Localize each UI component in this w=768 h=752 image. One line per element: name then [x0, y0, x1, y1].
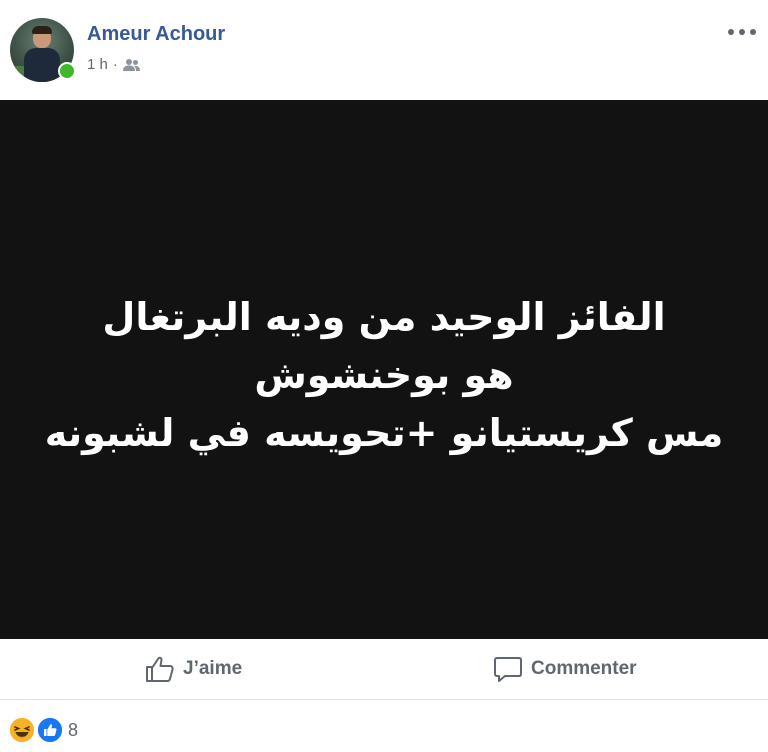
more-dot [728, 29, 734, 35]
author-name-link[interactable]: Ameur Achour [87, 23, 225, 46]
more-dot [739, 29, 745, 35]
friends-icon[interactable] [122, 58, 141, 72]
like-button[interactable]: J’aime [145, 639, 242, 699]
like-button-label: J’aime [183, 658, 243, 679]
avatar-figure-hair [32, 26, 52, 34]
image-text-line-1: الفائز الوحيد من وديه البرتغال [102, 295, 666, 339]
image-text-line-2: هو بوخنشوش [254, 353, 514, 397]
comment-button[interactable]: Commenter [493, 639, 637, 699]
haha-reaction-icon [8, 716, 36, 744]
image-text-line-3: مس كريستيانو +تحويسه في لشبونه [44, 411, 724, 455]
reaction-count[interactable]: 8 [68, 720, 78, 741]
post-meta: 1 h · [87, 56, 141, 73]
post-image[interactable]: الفائز الوحيد من وديه البرتغال هو بوخنشو… [0, 100, 768, 639]
comment-bubble-icon [494, 657, 522, 682]
image-text-block: الفائز الوحيد من وديه البرتغال هو بوخنشو… [0, 288, 768, 462]
reactions-summary[interactable]: 8 [8, 716, 78, 744]
avatar-figure-body [24, 48, 60, 82]
reaction-icons [8, 716, 64, 744]
like-reaction-icon [36, 716, 64, 744]
comment-button-label: Commenter [531, 658, 637, 679]
author-avatar[interactable] [10, 18, 76, 82]
post-timestamp[interactable]: 1 h [87, 56, 108, 73]
post-header: Ameur Achour 1 h · [0, 0, 768, 100]
meta-separator: · [112, 56, 118, 73]
post-actions-bar: J’aime Commenter [0, 639, 768, 700]
more-options-icon[interactable] [728, 22, 756, 42]
online-status-indicator [58, 62, 76, 80]
more-dot [750, 29, 756, 35]
thumbs-up-icon [146, 656, 174, 682]
